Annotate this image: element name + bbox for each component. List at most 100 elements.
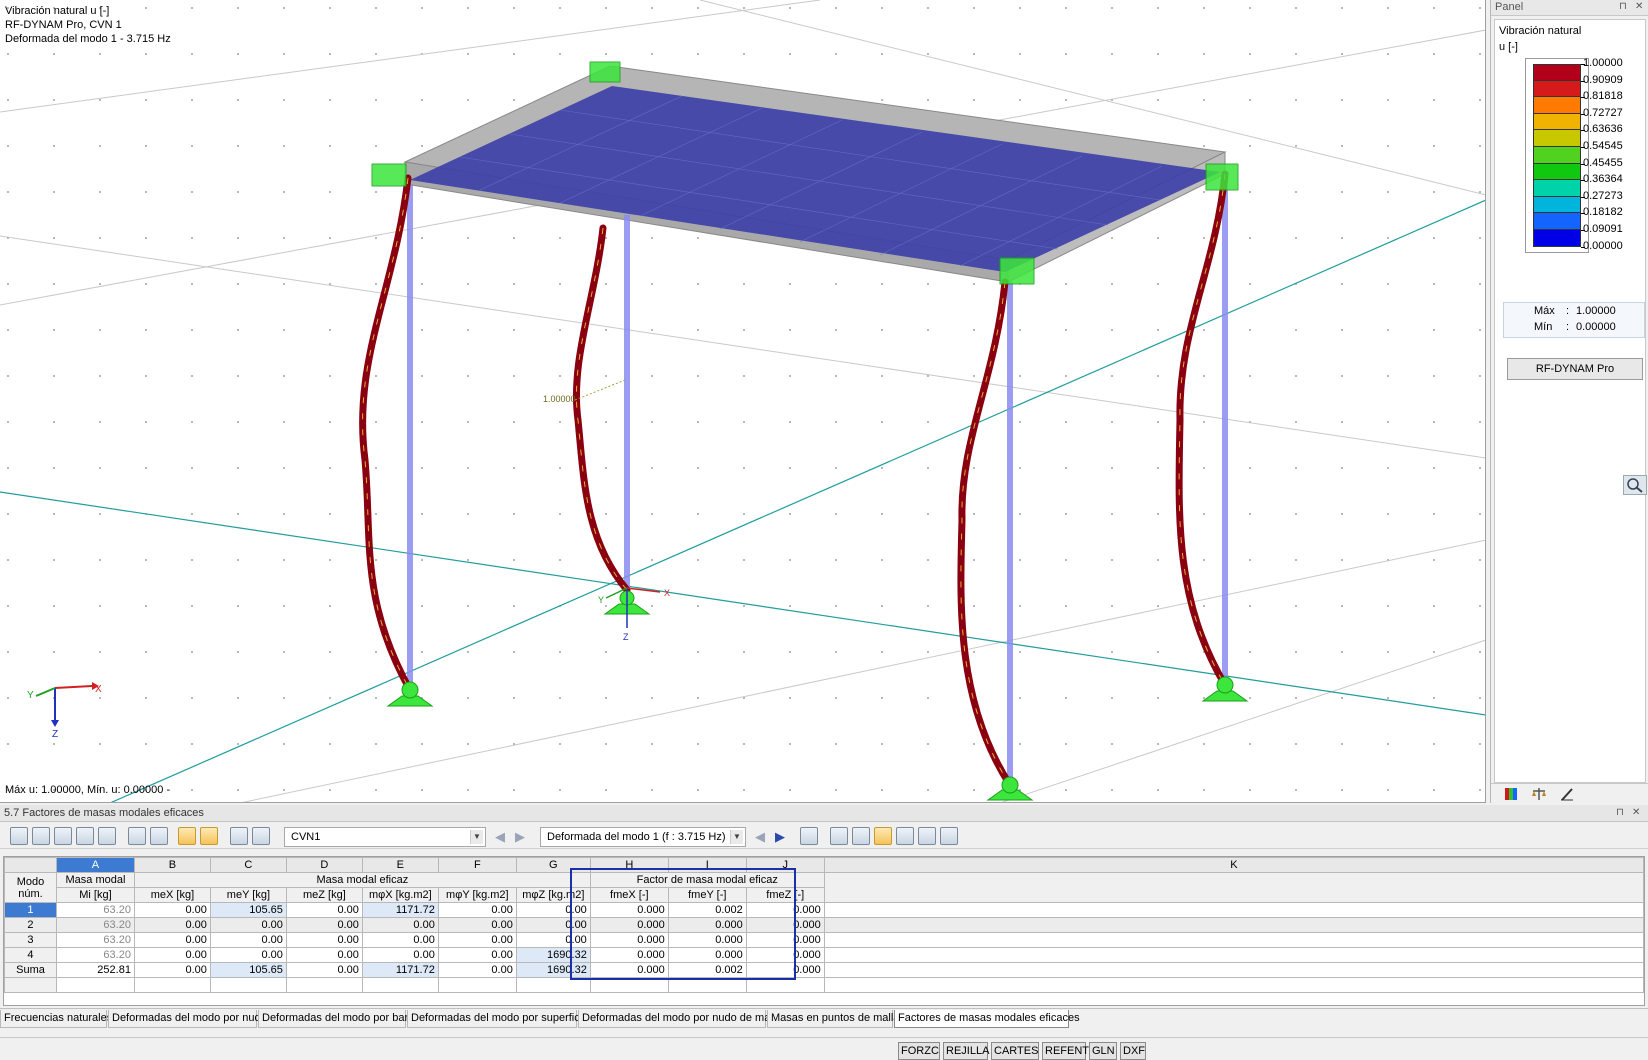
table-cell[interactable]: 0.00 — [437, 932, 517, 948]
col-letter-k[interactable]: K — [823, 857, 1645, 873]
prev-case-icon[interactable]: ◀ — [495, 829, 505, 845]
table-tool-17-icon[interactable] — [918, 827, 936, 845]
table-cell[interactable]: 0.000 — [589, 932, 669, 948]
table-tool-3-icon[interactable] — [54, 827, 72, 845]
col-letter-b[interactable]: B — [133, 857, 211, 873]
table-tool-9-icon[interactable] — [200, 827, 218, 845]
table-tool-1-icon[interactable] — [10, 827, 28, 845]
table-cell[interactable]: 0.00 — [437, 917, 517, 933]
table-tool-15-icon[interactable] — [874, 827, 892, 845]
table-cell[interactable]: 0.000 — [745, 917, 825, 933]
tab-2[interactable]: Deformadas del modo por nudo — [108, 1010, 267, 1028]
status-rejilla-button[interactable]: REJILLA — [943, 1042, 989, 1060]
table-cell[interactable]: 0.00 — [285, 947, 363, 963]
status-forzc-button[interactable]: FORZC — [898, 1042, 940, 1060]
table-cell[interactable] — [823, 902, 1645, 918]
status-dxf-button[interactable]: DXF — [1120, 1042, 1146, 1060]
table-row[interactable]: 1 63.20 0.00 105.65 0.00 1171.72 0.00 0.00 0.000… — [4, 902, 1645, 918]
row-header[interactable]: 4 — [4, 947, 57, 963]
table-cell[interactable]: 0.00 — [209, 947, 287, 963]
table-row[interactable]: 2 63.20 0.00 0.00 0.00 0.00 0.00 0.00 0.000 0.000… — [4, 917, 1645, 933]
table-cell[interactable]: 0.00 — [285, 932, 363, 948]
table-cell[interactable]: 1171.72 — [361, 962, 439, 978]
table-tool-2-icon[interactable] — [32, 827, 50, 845]
table-cell[interactable]: 0.00 — [361, 947, 439, 963]
table-cell[interactable]: 252.81 — [55, 962, 135, 978]
table-cell[interactable]: 0.000 — [667, 932, 747, 948]
table-tool-14-icon[interactable] — [852, 827, 870, 845]
mode-select[interactable]: Deformada del modo 1 (f : 3.715 Hz) ▼ — [540, 827, 746, 847]
table-cell[interactable]: 0.00 — [133, 947, 211, 963]
close-icon[interactable]: ✕ — [1635, 1, 1643, 12]
table-cell[interactable]: 0.002 — [667, 902, 747, 918]
color-scale-icon[interactable] — [1503, 787, 1519, 801]
table-cell[interactable]: 0.00 — [437, 902, 517, 918]
table-cell[interactable]: 0.00 — [515, 932, 591, 948]
row-header[interactable]: 3 — [4, 932, 57, 948]
table-cell[interactable]: 0.00 — [285, 917, 363, 933]
table-cell[interactable]: 63.20 — [55, 902, 135, 918]
table-cell[interactable]: 0.00 — [285, 962, 363, 978]
table-tool-11-icon[interactable] — [252, 827, 270, 845]
table-tool-12-icon[interactable] — [800, 827, 818, 845]
col-letter-f[interactable]: F — [437, 857, 517, 873]
panel-tool-icon[interactable] — [1623, 475, 1647, 495]
table-tool-8-icon[interactable] — [178, 827, 196, 845]
table-cell[interactable]: 0.00 — [361, 932, 439, 948]
table-cell[interactable]: 0.000 — [667, 917, 747, 933]
table-cell[interactable]: 0.000 — [589, 917, 669, 933]
load-case-select[interactable]: CVN1 ▼ — [284, 827, 486, 847]
pane-pin-icon[interactable]: ⊓ — [1616, 807, 1624, 818]
rf-dynam-button[interactable]: RF-DYNAM Pro — [1507, 358, 1643, 380]
row-header[interactable]: 2 — [4, 917, 57, 933]
table-cell[interactable]: 0.00 — [133, 917, 211, 933]
next-mode-icon[interactable]: ▶ — [775, 829, 785, 845]
table-cell[interactable]: 0.00 — [133, 962, 211, 978]
table-row[interactable]: 3 63.20 0.00 0.00 0.00 0.00 0.00 0.00 0.000 0.000… — [4, 932, 1645, 948]
table-cell[interactable]: 0.00 — [209, 917, 287, 933]
table-cell[interactable]: 1690.32 — [515, 947, 591, 963]
table-cell[interactable]: 0.00 — [437, 947, 517, 963]
col-letter-c[interactable]: C — [209, 857, 287, 873]
table-cell[interactable]: 0.00 — [361, 917, 439, 933]
table-cell[interactable]: 0.000 — [745, 962, 825, 978]
table-tool-7-icon[interactable] — [150, 827, 168, 845]
table-cell[interactable]: 0.00 — [133, 932, 211, 948]
table-cell[interactable]: 0.000 — [589, 962, 669, 978]
tab-7[interactable]: Factores de masas modales eficaces — [894, 1010, 1080, 1028]
table-tool-13-icon[interactable] — [830, 827, 848, 845]
col-letter-h[interactable]: H — [589, 857, 669, 873]
table-row[interactable]: 4 63.20 0.00 0.00 0.00 0.00 0.00 1690.32 0.000 0.… — [4, 947, 1645, 963]
table-cell[interactable] — [823, 962, 1645, 978]
table-cell[interactable]: 1171.72 — [361, 902, 439, 918]
tab-5[interactable]: Deformadas del modo por nudo de malla — [578, 1010, 781, 1028]
status-gln-button[interactable]: GLN — [1089, 1042, 1117, 1060]
table-cell[interactable]: 0.00 — [515, 917, 591, 933]
table-cell[interactable]: 0.000 — [745, 932, 825, 948]
pin-icon[interactable]: ⊓ — [1619, 1, 1627, 12]
tab-3[interactable]: Deformadas del modo por barra — [258, 1010, 418, 1028]
row-header[interactable]: Suma — [4, 962, 57, 978]
table-tool-4-icon[interactable] — [76, 827, 94, 845]
table-cell[interactable]: 0.000 — [745, 947, 825, 963]
table-tool-6-icon[interactable] — [128, 827, 146, 845]
table-cell[interactable]: 63.20 — [55, 947, 135, 963]
col-letter-j[interactable]: J — [745, 857, 825, 873]
table-tool-10-icon[interactable] — [230, 827, 248, 845]
table-cell[interactable]: 0.000 — [745, 902, 825, 918]
table-cell[interactable] — [823, 932, 1645, 948]
table-cell[interactable]: 1690.32 — [515, 962, 591, 978]
table-tool-5-icon[interactable] — [98, 827, 116, 845]
table-cell[interactable]: 0.002 — [667, 962, 747, 978]
tab-1[interactable]: Frecuencias naturales — [0, 1010, 112, 1028]
table-cell[interactable]: 0.00 — [437, 962, 517, 978]
table-cell[interactable]: 0.000 — [589, 947, 669, 963]
tab-6[interactable]: Masas en puntos de malla — [767, 1010, 899, 1028]
col-letter-d[interactable]: D — [285, 857, 363, 873]
table-cell[interactable]: 105.65 — [209, 962, 287, 978]
table-cell[interactable]: 0.00 — [285, 902, 363, 918]
col-letter-a[interactable]: A — [55, 857, 135, 873]
table-cell[interactable]: 0.000 — [589, 902, 669, 918]
table-cell[interactable]: 0.00 — [209, 932, 287, 948]
prev-mode-icon[interactable]: ◀ — [755, 829, 765, 845]
